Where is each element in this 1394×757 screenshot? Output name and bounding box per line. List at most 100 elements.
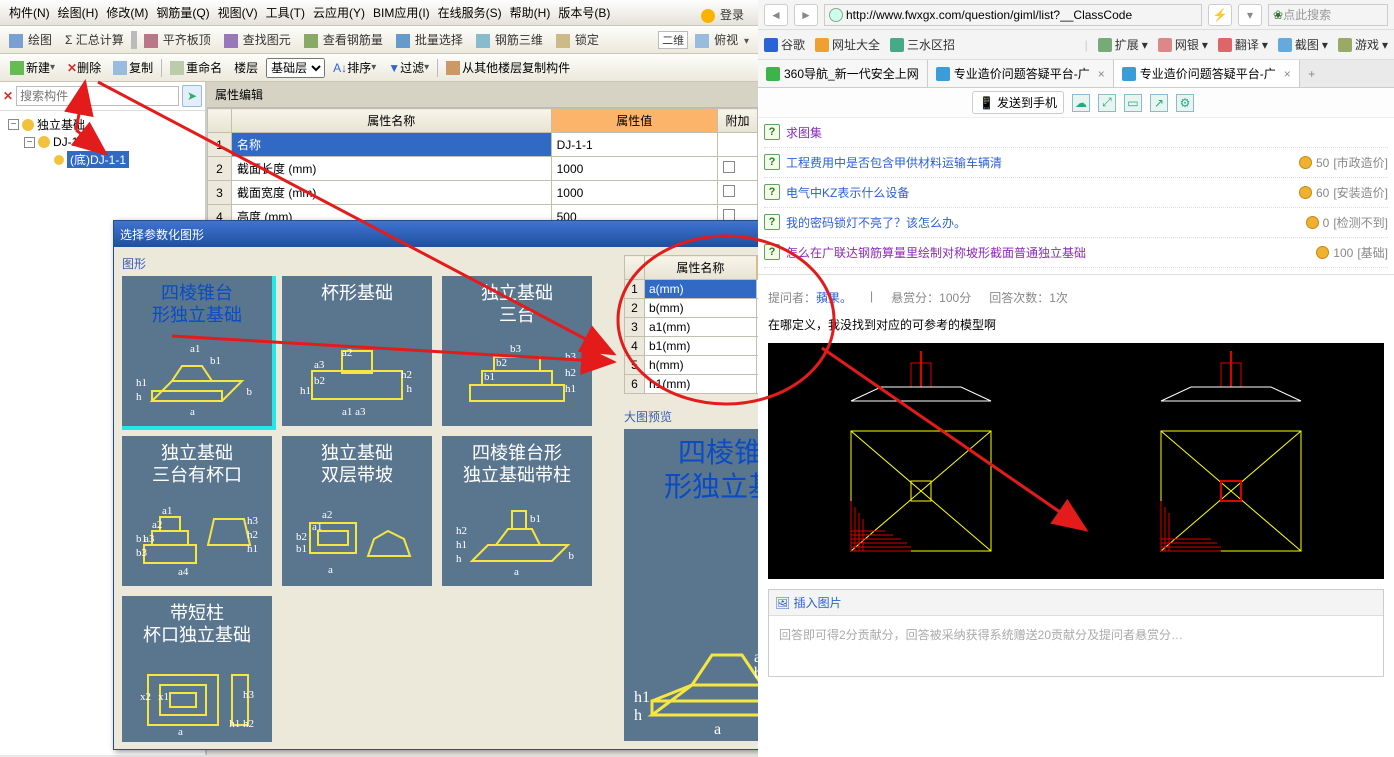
filter-button[interactable]: ▼过滤 xyxy=(384,57,433,78)
toolbar-edit: 新建 ✕删除 复制 重命名 楼层 基础层 A↓排序 ▼过滤 从其他楼层复制构件 xyxy=(0,54,758,82)
answer-textarea[interactable]: 回答即可得2分贡献分，回答被采纳获得系统赠送20贡献分及提问者悬赏分… xyxy=(769,616,1383,676)
collapse-icon[interactable]: − xyxy=(8,119,19,130)
table-row[interactable]: 1 名称 DJ-1-1 xyxy=(208,133,758,157)
menu-item[interactable]: 修改(M) xyxy=(103,2,151,23)
dropdown-button[interactable]: ▾ xyxy=(1238,4,1262,26)
bank-button[interactable]: 网银 ▾ xyxy=(1158,36,1208,53)
component-tree[interactable]: − 独立基础 − DJ-1 (底)DJ-1-1 xyxy=(0,111,205,173)
qa-item[interactable]: ? 工程费用中是否包含甲供材料运输车辆清 50 [市政造价] xyxy=(764,148,1388,178)
menu-item[interactable]: 工具(T) xyxy=(263,2,308,23)
collapse-icon[interactable]: − xyxy=(24,137,35,148)
insert-image-button[interactable]: 🖼 插入图片 xyxy=(769,590,1383,616)
search-go-button[interactable]: ➤ xyxy=(182,85,202,107)
cube-icon xyxy=(476,34,490,48)
qa-item[interactable]: ? 电气中KZ表示什么设备 60 [安装造价] xyxy=(764,178,1388,208)
layer-select[interactable]: 基础层 xyxy=(266,58,325,78)
rebar-icon xyxy=(304,34,318,48)
qa-item[interactable]: ? 我的密码锁灯不亮了？该怎么办。 0 [检测不到] xyxy=(764,208,1388,238)
qa-link[interactable]: 求图集 xyxy=(786,124,822,141)
sort-button[interactable]: A↓排序 xyxy=(329,57,380,78)
back-button[interactable]: ◄ xyxy=(764,4,788,26)
find-button[interactable]: 查找图元 xyxy=(221,31,297,48)
cloud-icon[interactable]: ☁ xyxy=(1072,94,1090,112)
gear-icon[interactable]: ⚙ xyxy=(1176,94,1194,112)
shape-option[interactable]: 杯形基础 a2 a3 b2 h1 a1 a3 h2 h xyxy=(282,276,432,426)
delete-button[interactable]: ✕删除 xyxy=(63,57,105,78)
shape-option[interactable]: 独立基础三台 b3 b2 b1 h3 h2 xyxy=(442,276,592,426)
url-field[interactable]: http://www.fwxgx.com/question/giml/list?… xyxy=(824,4,1202,26)
compat-button[interactable]: ⚡ xyxy=(1208,4,1232,26)
browser-tab[interactable]: 360导航_新一代安全上网 xyxy=(758,60,928,87)
browser-tab[interactable]: 专业造价问题答疑平台-广× xyxy=(928,60,1114,87)
checkbox[interactable] xyxy=(723,161,735,173)
shape-option-selected[interactable]: 四棱锥台形独立基础 h1 h a b a1 xyxy=(122,276,272,426)
rebar3d-button[interactable]: 钢筋三维 xyxy=(473,31,549,48)
shape-option[interactable]: 独立基础双层带坡 a2 a1 b2 b1 a xyxy=(282,436,432,586)
col-name: 属性名称 xyxy=(645,256,757,280)
expand-icon[interactable]: ⤢ xyxy=(1098,94,1116,112)
send-to-phone-button[interactable]: 📱发送到手机 xyxy=(972,91,1064,114)
shape-option[interactable]: 独立基础三台有杯口 a1 a2 a3 b1 xyxy=(122,436,272,586)
address-bar: ◄ ► http://www.fwxgx.com/question/giml/l… xyxy=(758,0,1394,30)
tree-item-selected[interactable]: (底)DJ-1-1 xyxy=(2,150,203,169)
game-button[interactable]: 游戏 ▾ xyxy=(1338,36,1388,53)
menu-item[interactable]: 在线服务(S) xyxy=(435,2,505,23)
qa-link[interactable]: 怎么在广联达钢筋算量里绘制对称坡形截面普通独立基础 xyxy=(786,244,1086,261)
dialog-titlebar[interactable]: 选择参数化图形 ✕ xyxy=(114,221,852,247)
copy-button[interactable]: 复制 xyxy=(109,57,157,78)
copy-from-floor-button[interactable]: 从其他楼层复制构件 xyxy=(442,57,574,78)
table-row[interactable]: 2 截面长度 (mm)1000 xyxy=(208,157,758,181)
qa-item[interactable]: ? 求图集 xyxy=(764,118,1388,148)
menu-item[interactable]: 钢筋量(Q) xyxy=(153,2,212,23)
translate-button[interactable]: 翻译 ▾ xyxy=(1218,36,1268,53)
draw-button[interactable]: 绘图 xyxy=(6,31,58,48)
checkbox[interactable] xyxy=(723,185,735,197)
table-row[interactable]: 3 截面宽度 (mm)1000 xyxy=(208,181,758,205)
search-box[interactable]: ❀ 点此搜索 xyxy=(1268,4,1388,26)
close-tab-icon[interactable]: × xyxy=(1284,67,1291,81)
tree-root[interactable]: − 独立基础 xyxy=(2,115,203,134)
menu-item[interactable]: 版本号(B) xyxy=(555,2,613,23)
close-tab-icon[interactable]: × xyxy=(1098,67,1105,81)
fav-item[interactable]: 网址大全 xyxy=(815,36,880,53)
snip-button[interactable]: 截图 ▾ xyxy=(1278,36,1328,53)
bookmark-icon[interactable]: ▭ xyxy=(1124,94,1142,112)
lock-button[interactable]: 锁定 xyxy=(553,31,605,48)
align-icon xyxy=(144,34,158,48)
qa-link[interactable]: 我的密码锁灯不亮了？该怎么办。 xyxy=(786,214,966,231)
menu-item[interactable]: 云应用(Y) xyxy=(310,2,368,23)
new-tab-button[interactable]: + xyxy=(1300,60,1324,87)
view-mode-combo[interactable]: 二维 xyxy=(658,31,688,49)
question-icon: ? xyxy=(764,124,780,140)
view-rebar-button[interactable]: 查看钢筋量 xyxy=(301,31,389,48)
menu-item[interactable]: BIM应用(I) xyxy=(370,2,433,23)
rename-button[interactable]: 重命名 xyxy=(166,57,226,78)
fav-item[interactable]: 三水区招 xyxy=(890,36,955,53)
menu-item[interactable]: 绘图(H) xyxy=(55,2,102,23)
batch-select-button[interactable]: 批量选择 xyxy=(393,31,469,48)
menubar[interactable]: 构件(N) 绘图(H) 修改(M) 钢筋量(Q) 视图(V) 工具(T) 云应用… xyxy=(0,0,758,26)
top-view-button[interactable]: 俯视 xyxy=(692,31,752,48)
qa-link[interactable]: 工程费用中是否包含甲供材料运输车辆清 xyxy=(786,154,1002,171)
shape-option[interactable]: 四棱锥台形独立基础带柱 h2 h1 h a b xyxy=(442,436,592,586)
login-button[interactable]: 登录 xyxy=(698,4,750,25)
new-button[interactable]: 新建 xyxy=(6,57,59,78)
menu-item[interactable]: 视图(V) xyxy=(215,2,261,23)
sum-button[interactable]: Σ 汇总计算 xyxy=(62,31,127,48)
menu-item[interactable]: 帮助(H) xyxy=(507,2,554,23)
menu-item[interactable]: 构件(N) xyxy=(6,2,53,23)
align-top-button[interactable]: 平齐板顶 xyxy=(141,31,217,48)
qa-link[interactable]: 电气中KZ表示什么设备 xyxy=(786,184,909,201)
close-icon[interactable]: ✕ xyxy=(3,89,13,103)
ext-button[interactable]: 扩展 ▾ xyxy=(1098,36,1148,53)
qa-item[interactable]: ? 怎么在广联达钢筋算量里绘制对称坡形截面普通独立基础 100 [基础] xyxy=(764,238,1388,268)
tree-item[interactable]: − DJ-1 xyxy=(2,134,203,150)
share-icon[interactable]: ↗ xyxy=(1150,94,1168,112)
floor-button[interactable]: 楼层 xyxy=(230,57,262,78)
search-input[interactable] xyxy=(16,86,179,106)
browser-tab-active[interactable]: 专业造价问题答疑平台-广× xyxy=(1114,60,1300,87)
forward-button[interactable]: ► xyxy=(794,4,818,26)
view-icon xyxy=(695,34,709,48)
fav-item[interactable]: 谷歌 xyxy=(764,36,805,53)
shape-option[interactable]: 带短柱杯口独立基础 x2 x1 a h3 xyxy=(122,596,272,742)
